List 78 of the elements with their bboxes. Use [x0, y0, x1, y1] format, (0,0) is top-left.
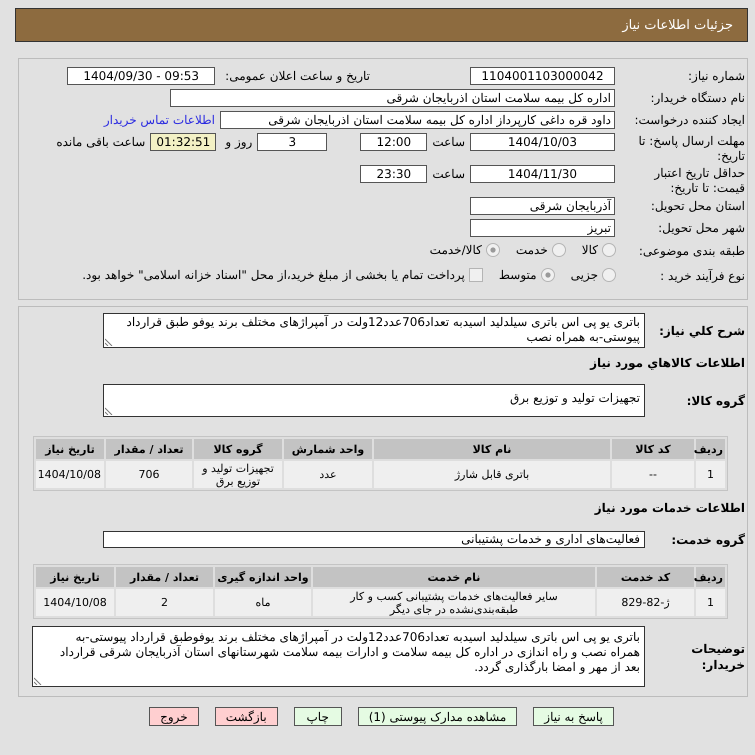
time-label: ساعت: [432, 134, 465, 150]
days-field[interactable]: 3: [257, 133, 328, 151]
field-label: توضیحات خریدار:: [690, 640, 745, 672]
column-header: تاریخ نیاز: [36, 567, 114, 587]
field-label: شماره نیاز:: [687, 68, 745, 84]
days-label: روز و: [225, 134, 252, 150]
field-label: ایجاد کننده درخواست:: [633, 112, 745, 128]
table-cell: ماه: [215, 589, 311, 616]
table-cell: ژ-82-829: [597, 589, 694, 616]
province-field[interactable]: آذربایجان شرقی: [470, 197, 615, 215]
resize-grip-icon[interactable]: [105, 407, 113, 415]
column-header: نام خدمت: [313, 567, 595, 587]
column-header: تعداد / مقدار: [116, 567, 213, 587]
resize-grip-icon[interactable]: [105, 338, 113, 346]
page-title: جزئیات اطلاعات نیاز: [622, 18, 733, 32]
action-button[interactable]: بازگشت: [214, 707, 278, 726]
field-label: شهر محل تحویل:: [657, 220, 745, 236]
field-label: حداقل تاریخ اعتبار قیمت: تا تاریخ:: [652, 165, 745, 196]
remaining-label: ساعت باقی مانده: [56, 134, 146, 150]
validity-time-field[interactable]: 23:30: [360, 165, 428, 183]
field-label: استان محل تحویل:: [650, 198, 745, 214]
table-cell: 706: [106, 461, 192, 488]
section-heading: اطلاعات خدمات مورد نیاز: [593, 500, 745, 516]
field-label: گروه کالا:: [686, 392, 745, 408]
reply-date-field[interactable]: 1404/10/03: [470, 133, 615, 151]
time-label: ساعت: [432, 166, 465, 182]
field-label: طبقه بندی موضوعی:: [638, 242, 745, 258]
option-label: جزیی: [570, 267, 598, 283]
action-button[interactable]: مشاهده مدارک پیوستی (1): [358, 707, 518, 726]
table-cell: تجهیزات تولید و توزیع برق: [194, 461, 282, 488]
validity-date-field[interactable]: 1404/11/30: [470, 165, 615, 183]
option-label: متوسط: [498, 267, 537, 283]
table-cell: --: [612, 461, 694, 488]
table-cell: سایر فعالیت‌های خدمات پشتیبانی کسب و کار طبقه‌بندی‌نشده در جای دیگر: [313, 589, 595, 616]
field-label: شرح کلي نیاز:: [658, 322, 745, 338]
option-label: کالا/خدمت: [430, 242, 482, 258]
table-cell: 1404/10/08: [36, 589, 114, 616]
table-cell: 1: [696, 589, 725, 616]
field-label: نوع فرآیند خرید :: [659, 268, 745, 284]
buyer-contact-link[interactable]: اطلاعات تماس خریدار: [104, 111, 215, 128]
buyer-org-field[interactable]: اداره کل بیمه سلامت استان اذربایجان شرقی: [170, 89, 615, 107]
column-header: تاریخ نیاز: [36, 439, 104, 459]
option-label: خدمت: [516, 242, 548, 258]
column-header: گروه کالا: [194, 439, 282, 459]
remaining-time-field[interactable]: 01:32:51: [150, 133, 216, 151]
field-label: تاریخ و ساعت اعلان عمومی:: [225, 68, 370, 84]
resize-grip-icon[interactable]: [34, 677, 42, 685]
table-cell: عدد: [284, 461, 372, 488]
option-label: کالا: [582, 242, 598, 258]
field-label: مهلت ارسال پاسخ: تا تاریخ:: [637, 133, 745, 164]
table-cell: 1: [696, 461, 725, 488]
action-button[interactable]: خروج: [149, 707, 199, 726]
column-header: کد کالا: [612, 439, 694, 459]
column-header: ردیف: [696, 439, 725, 459]
section-heading: اطلاعات کالاهاي مورد نیاز: [588, 355, 745, 371]
description-field[interactable]: باتری یو پی اس باتری سیلدلید اسیدبه تعداد706عدد12ولت در آمپراژهای مختلف برند یوفو طبق قرارداد پیوستی-به همراه نصب: [103, 313, 645, 348]
column-header: تعداد / مقدار: [106, 439, 192, 459]
checkbox-label: پرداخت تمام یا بخشی از مبلغ خرید،از محل "اسناد خزانه اسلامی" خواهد بود.: [82, 267, 465, 283]
field-label: نام دستگاه خریدار:: [650, 90, 745, 106]
column-header: ردیف: [696, 567, 725, 587]
city-field[interactable]: تبریز: [470, 219, 615, 237]
table-cell: 2: [116, 589, 213, 616]
column-header: واحد شمارش: [284, 439, 372, 459]
table-cell: 1404/10/08: [36, 461, 104, 488]
column-header: کد خدمت: [597, 567, 694, 587]
service-group-field[interactable]: فعالیت‌های اداری و خدمات پشتیبانی: [103, 531, 645, 548]
action-button[interactable]: پاسخ به نیاز: [533, 707, 614, 726]
field-label: گروه خدمت:: [670, 532, 745, 548]
action-button[interactable]: چاپ: [294, 707, 342, 726]
column-header: نام کالا: [374, 439, 610, 459]
need-number-field[interactable]: 1104001103000042: [470, 67, 615, 85]
announce-date-field[interactable]: 1404/09/30 - 09:53: [67, 67, 216, 85]
goods-group-field[interactable]: تجهیزات تولید و توزیع برق: [103, 384, 645, 417]
requester-field[interactable]: داود قره داغی کارپرداز اداره کل بیمه سلامت استان اذربایجان شرقی: [220, 111, 615, 129]
reply-time-field[interactable]: 12:00: [360, 133, 428, 151]
column-header: واحد اندازه گیری: [215, 567, 311, 587]
buyer-notes-field[interactable]: باتری یو پی اس باتری سیلدلید اسیدبه تعداد706عدد12ولت در آمپراژهای مختلف برند یوفوطبق قرارداد پیوستی-به همراه نصب و راه اندازی در اداره کل بیمه سلامت و ادارات بیمه سلامت شهرستانهای استان آذربایجان شرقی قرارداد بعد از مهر و امضا بارگذاری گردد.: [32, 626, 645, 687]
table-cell: باتری قابل شارژ: [374, 461, 610, 488]
